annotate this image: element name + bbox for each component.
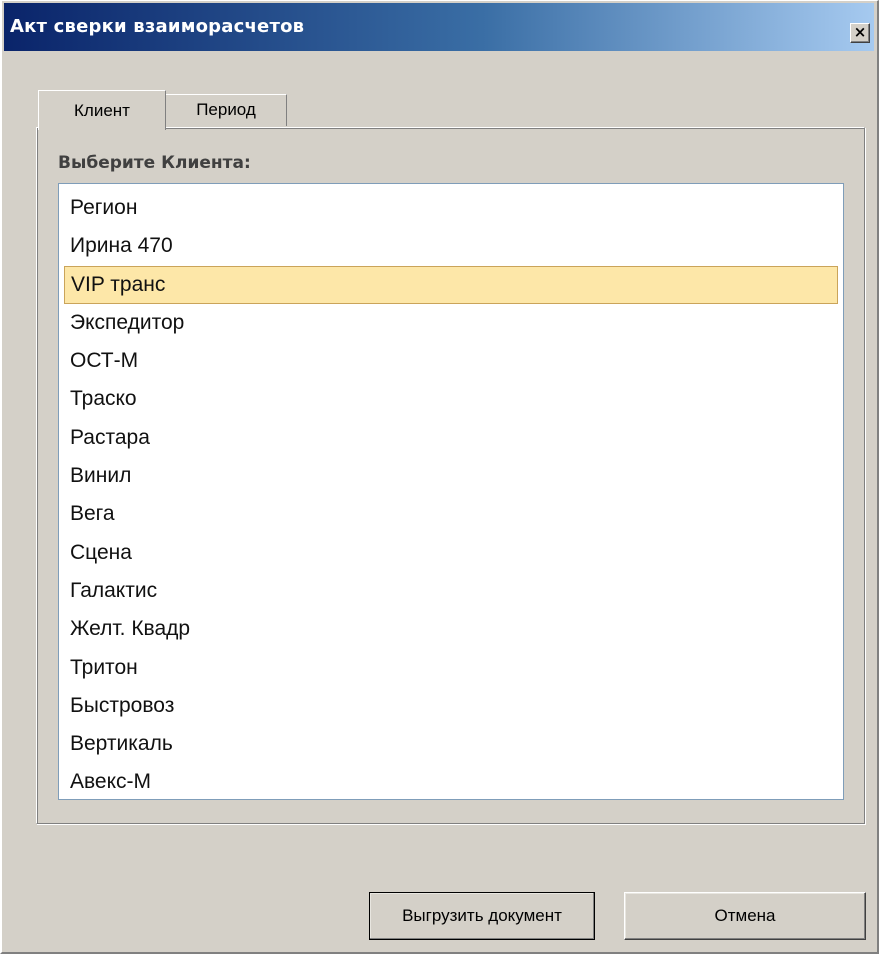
select-client-label: Выберите Клиента: bbox=[58, 153, 251, 173]
client-list-item[interactable]: Экспедитор bbox=[64, 304, 838, 342]
client-list-item[interactable]: Галактис bbox=[64, 572, 838, 610]
client-list-item[interactable]: Растара bbox=[64, 419, 838, 457]
client-list-item[interactable]: Тритон bbox=[64, 649, 838, 687]
window-title: Акт сверки взаиморасчетов bbox=[10, 16, 305, 37]
client-list-item[interactable]: Желт. Квадр bbox=[64, 610, 838, 648]
client-list-item[interactable]: Сцена bbox=[64, 534, 838, 572]
close-button[interactable]: × bbox=[850, 23, 870, 43]
client-list-item[interactable]: ОСТ-М bbox=[64, 342, 838, 380]
client-list-item[interactable]: Вега bbox=[64, 495, 838, 533]
client-list-item[interactable]: Регион bbox=[64, 189, 838, 227]
client-list-item[interactable]: Вертикаль bbox=[64, 725, 838, 763]
client-list-item[interactable]: Ирина 470 bbox=[64, 227, 838, 265]
client-list: Регион Ирина 470 VIP транс Экспедитор ОСТ-М Т… bbox=[64, 189, 838, 799]
client-list-item[interactable]: VIP транс bbox=[64, 265, 838, 304]
export-document-button[interactable]: Выгрузить документ bbox=[369, 892, 595, 940]
close-icon: × bbox=[853, 23, 867, 41]
tab-client[interactable]: Клиент bbox=[38, 90, 166, 130]
tab-period[interactable]: Период bbox=[165, 94, 287, 126]
cancel-button[interactable]: Отмена bbox=[624, 892, 866, 940]
client-list-item[interactable]: Авекс-М bbox=[64, 763, 838, 799]
dialog-window: Акт сверки взаиморасчетов × Клиент Перио… bbox=[0, 0, 879, 954]
client-list-item[interactable]: Винил bbox=[64, 457, 838, 495]
client-list-item[interactable]: Быстровоз bbox=[64, 687, 838, 725]
title-bar[interactable]: Акт сверки взаиморасчетов × bbox=[4, 3, 874, 51]
client-list-item[interactable]: Траско bbox=[64, 380, 838, 418]
client-listbox[interactable]: Регион Ирина 470 VIP транс Экспедитор ОСТ-М Т… bbox=[58, 183, 844, 800]
